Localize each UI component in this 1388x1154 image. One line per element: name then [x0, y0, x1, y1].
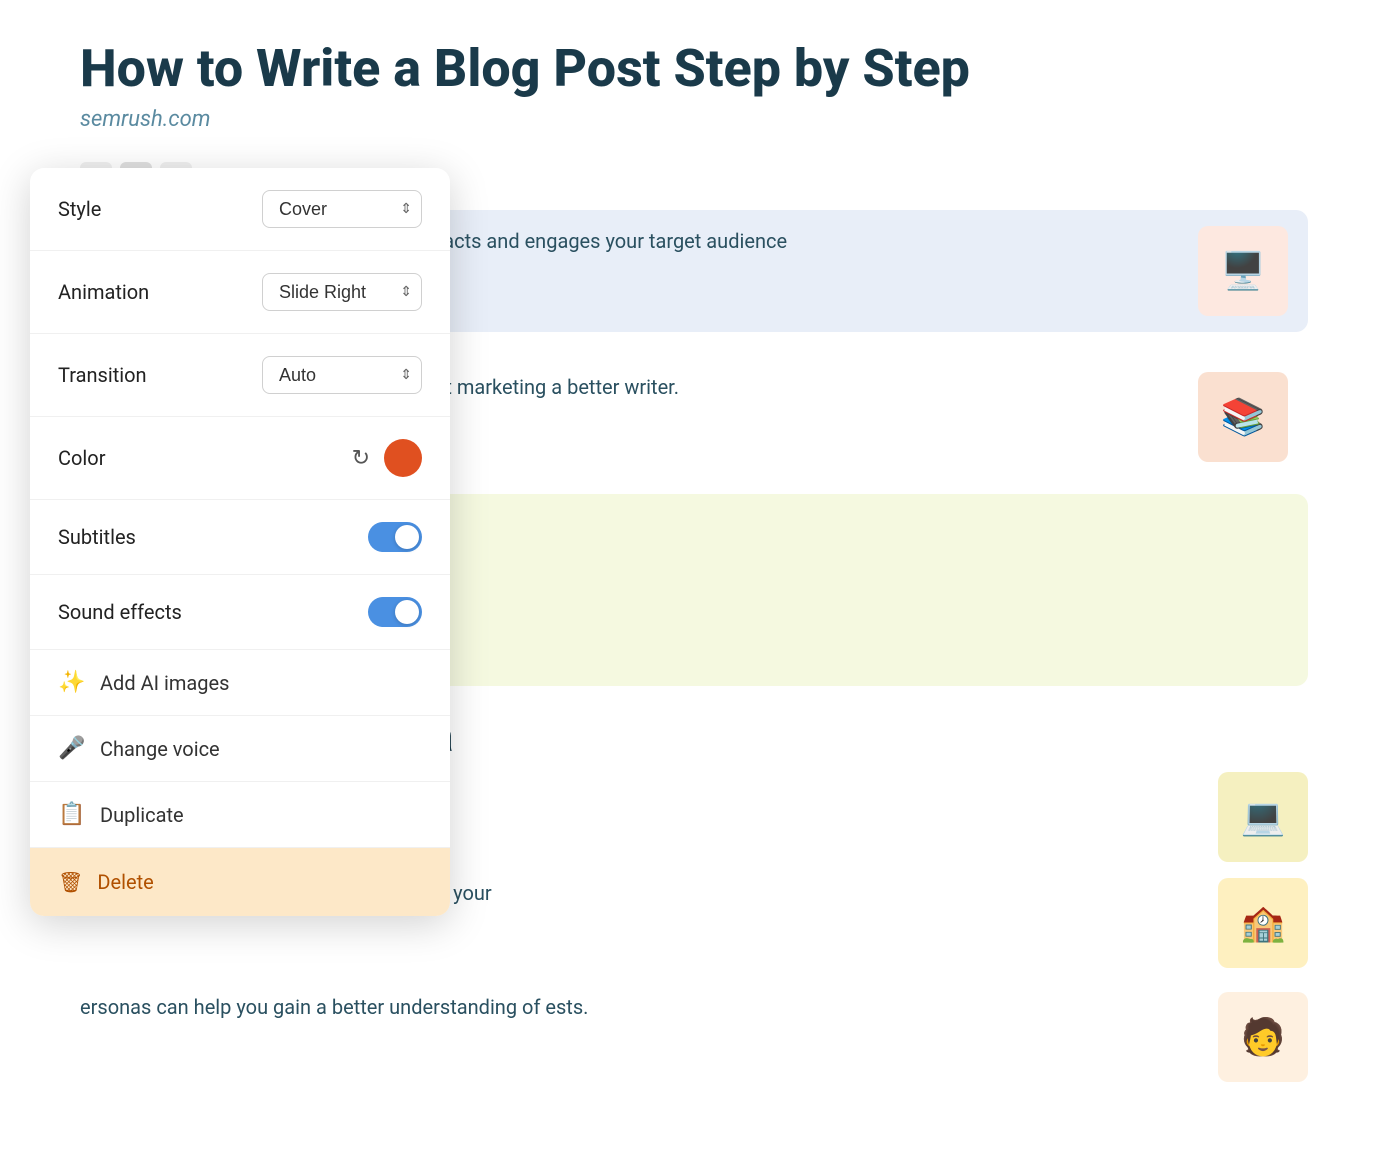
duplicate-label: Duplicate: [100, 803, 184, 827]
add-ai-images-row[interactable]: ✨ Add AI images: [30, 650, 450, 716]
ai-images-icon: ✨: [58, 670, 86, 695]
duplicate-icon: 📋: [58, 802, 86, 827]
change-voice-row[interactable]: 🎤 Change voice: [30, 716, 450, 782]
thumb-section3: 🧑: [1218, 992, 1308, 1082]
change-voice-label: Change voice: [100, 737, 220, 761]
animation-select-wrapper[interactable]: Slide Right Slide Left Fade Zoom: [262, 273, 422, 311]
sound-effects-thumb: [395, 600, 419, 624]
subtitles-track: [368, 522, 422, 552]
thumb-intro: 🖥️: [1198, 226, 1288, 316]
sound-effects-toggle[interactable]: [368, 597, 422, 627]
animation-label: Animation: [58, 280, 149, 304]
transition-label: Transition: [58, 363, 147, 387]
thumb-section1: 💻: [1218, 772, 1308, 862]
color-swatch[interactable]: [384, 439, 422, 477]
color-row: Color ↻: [30, 417, 450, 500]
subtitles-label: Subtitles: [58, 525, 136, 549]
sound-effects-track: [368, 597, 422, 627]
page-title: How to Write a Blog Post Step by Step: [80, 40, 1308, 97]
transition-select-wrapper[interactable]: Auto Instant Slow Fast: [262, 356, 422, 394]
style-select[interactable]: Cover Full Half Minimal: [262, 190, 422, 228]
transition-select[interactable]: Auto Instant Slow Fast: [262, 356, 422, 394]
animation-select[interactable]: Slide Right Slide Left Fade Zoom: [262, 273, 422, 311]
style-row: Style Cover Full Half Minimal: [30, 168, 450, 251]
thumb-guide: 📚: [1198, 372, 1288, 462]
sound-effects-label: Sound effects: [58, 600, 182, 624]
style-label: Style: [58, 197, 101, 221]
delete-icon: 🗑: [58, 870, 83, 894]
duplicate-row[interactable]: 📋 Duplicate: [30, 782, 450, 848]
style-select-wrapper[interactable]: Cover Full Half Minimal: [262, 190, 422, 228]
subtitles-toggle[interactable]: [368, 522, 422, 552]
subtitles-row: Subtitles: [30, 500, 450, 575]
delete-label: Delete: [97, 870, 153, 894]
thumb-section2: 🏫: [1218, 878, 1308, 968]
section3-row: ersonas can help you gain a better under…: [80, 992, 1308, 1082]
animation-row: Animation Slide Right Slide Left Fade Zo…: [30, 251, 450, 334]
settings-dropdown: Style Cover Full Half Minimal Animation …: [30, 168, 450, 916]
refresh-icon[interactable]: ↻: [352, 446, 370, 471]
section3-text: ersonas can help you gain a better under…: [80, 992, 1198, 1022]
color-label: Color: [58, 446, 105, 470]
page-subtitle: semrush.com: [80, 107, 1308, 132]
transition-row: Transition Auto Instant Slow Fast: [30, 334, 450, 417]
sound-effects-row: Sound effects: [30, 575, 450, 650]
delete-row[interactable]: 🗑 Delete: [30, 848, 450, 916]
add-ai-images-label: Add AI images: [100, 671, 229, 695]
change-voice-icon: 🎤: [58, 736, 86, 761]
subtitles-thumb: [395, 525, 419, 549]
color-controls: ↻: [352, 439, 422, 477]
